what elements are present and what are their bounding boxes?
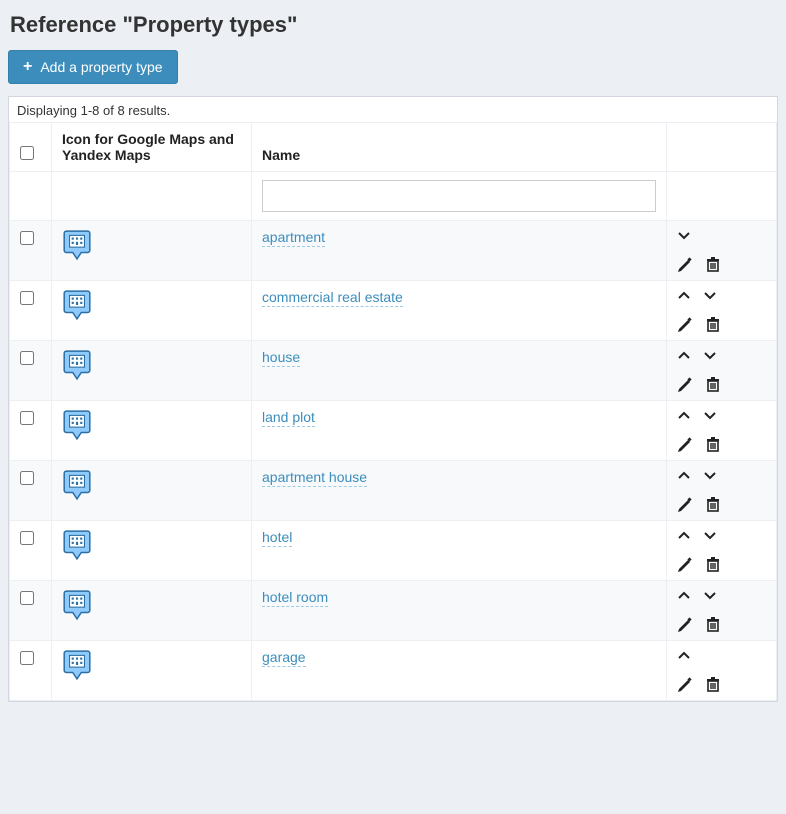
- building-pin-icon: [62, 409, 92, 444]
- delete-button[interactable]: [705, 316, 721, 332]
- building-pin-icon: [62, 469, 92, 504]
- row-checkbox[interactable]: [20, 471, 34, 485]
- building-pin-icon: [62, 229, 92, 264]
- page-title: Reference "Property types": [10, 12, 778, 38]
- grid-panel: Displaying 1-8 of 8 results. Icon for Go…: [8, 96, 778, 702]
- move-up-button[interactable]: [677, 469, 691, 482]
- move-down-button[interactable]: [703, 349, 717, 362]
- grid-summary: Displaying 1-8 of 8 results.: [9, 97, 777, 122]
- building-pin-icon: [62, 649, 92, 684]
- move-down-button[interactable]: [703, 409, 717, 422]
- property-type-name-link[interactable]: garage: [262, 649, 306, 667]
- row-checkbox[interactable]: [20, 351, 34, 365]
- building-pin-icon: [62, 349, 92, 384]
- move-down-button[interactable]: [677, 229, 691, 242]
- row-checkbox[interactable]: [20, 291, 34, 305]
- add-property-type-label: Add a property type: [40, 59, 162, 75]
- edit-button[interactable]: [677, 556, 693, 572]
- delete-button[interactable]: [705, 436, 721, 452]
- row-checkbox[interactable]: [20, 531, 34, 545]
- delete-button[interactable]: [705, 376, 721, 392]
- property-type-name-link[interactable]: hotel: [262, 529, 292, 547]
- building-pin-icon: [62, 589, 92, 624]
- column-header-actions: [667, 123, 777, 172]
- move-up-button[interactable]: [677, 529, 691, 542]
- move-up-button[interactable]: [677, 589, 691, 602]
- edit-button[interactable]: [677, 496, 693, 512]
- property-type-name-link[interactable]: apartment house: [262, 469, 367, 487]
- property-type-name-link[interactable]: commercial real estate: [262, 289, 403, 307]
- delete-button[interactable]: [705, 616, 721, 632]
- move-up-button[interactable]: [677, 649, 691, 662]
- building-pin-icon: [62, 529, 92, 564]
- building-pin-icon: [62, 289, 92, 324]
- property-type-name-link[interactable]: hotel room: [262, 589, 328, 607]
- table-row: hotel room: [10, 581, 777, 641]
- plus-icon: +: [23, 59, 32, 75]
- row-checkbox[interactable]: [20, 411, 34, 425]
- table-row: commercial real estate: [10, 281, 777, 341]
- column-header-icon: Icon for Google Maps and Yandex Maps: [52, 123, 252, 172]
- add-property-type-button[interactable]: + Add a property type: [8, 50, 178, 84]
- move-down-button[interactable]: [703, 529, 717, 542]
- table-row: land plot: [10, 401, 777, 461]
- table-row: hotel: [10, 521, 777, 581]
- table-row: house: [10, 341, 777, 401]
- delete-button[interactable]: [705, 676, 721, 692]
- edit-button[interactable]: [677, 256, 693, 272]
- move-up-button[interactable]: [677, 289, 691, 302]
- edit-button[interactable]: [677, 616, 693, 632]
- move-up-button[interactable]: [677, 409, 691, 422]
- row-checkbox[interactable]: [20, 651, 34, 665]
- table-row: apartment: [10, 221, 777, 281]
- delete-button[interactable]: [705, 496, 721, 512]
- edit-button[interactable]: [677, 316, 693, 332]
- edit-button[interactable]: [677, 436, 693, 452]
- edit-button[interactable]: [677, 376, 693, 392]
- column-header-name[interactable]: Name: [252, 123, 667, 172]
- property-type-name-link[interactable]: apartment: [262, 229, 325, 247]
- select-all-checkbox[interactable]: [20, 146, 34, 160]
- row-checkbox[interactable]: [20, 591, 34, 605]
- row-checkbox[interactable]: [20, 231, 34, 245]
- table-filter-row: [10, 172, 777, 221]
- property-type-name-link[interactable]: land plot: [262, 409, 315, 427]
- delete-button[interactable]: [705, 256, 721, 272]
- move-up-button[interactable]: [677, 349, 691, 362]
- edit-button[interactable]: [677, 676, 693, 692]
- delete-button[interactable]: [705, 556, 721, 572]
- move-down-button[interactable]: [703, 589, 717, 602]
- table-row: garage: [10, 641, 777, 701]
- property-type-name-link[interactable]: house: [262, 349, 300, 367]
- move-down-button[interactable]: [703, 289, 717, 302]
- property-types-table: Icon for Google Maps and Yandex Maps Nam…: [9, 122, 777, 701]
- table-header-row: Icon for Google Maps and Yandex Maps Nam…: [10, 123, 777, 172]
- move-down-button[interactable]: [703, 469, 717, 482]
- name-filter-input[interactable]: [262, 180, 656, 212]
- table-row: apartment house: [10, 461, 777, 521]
